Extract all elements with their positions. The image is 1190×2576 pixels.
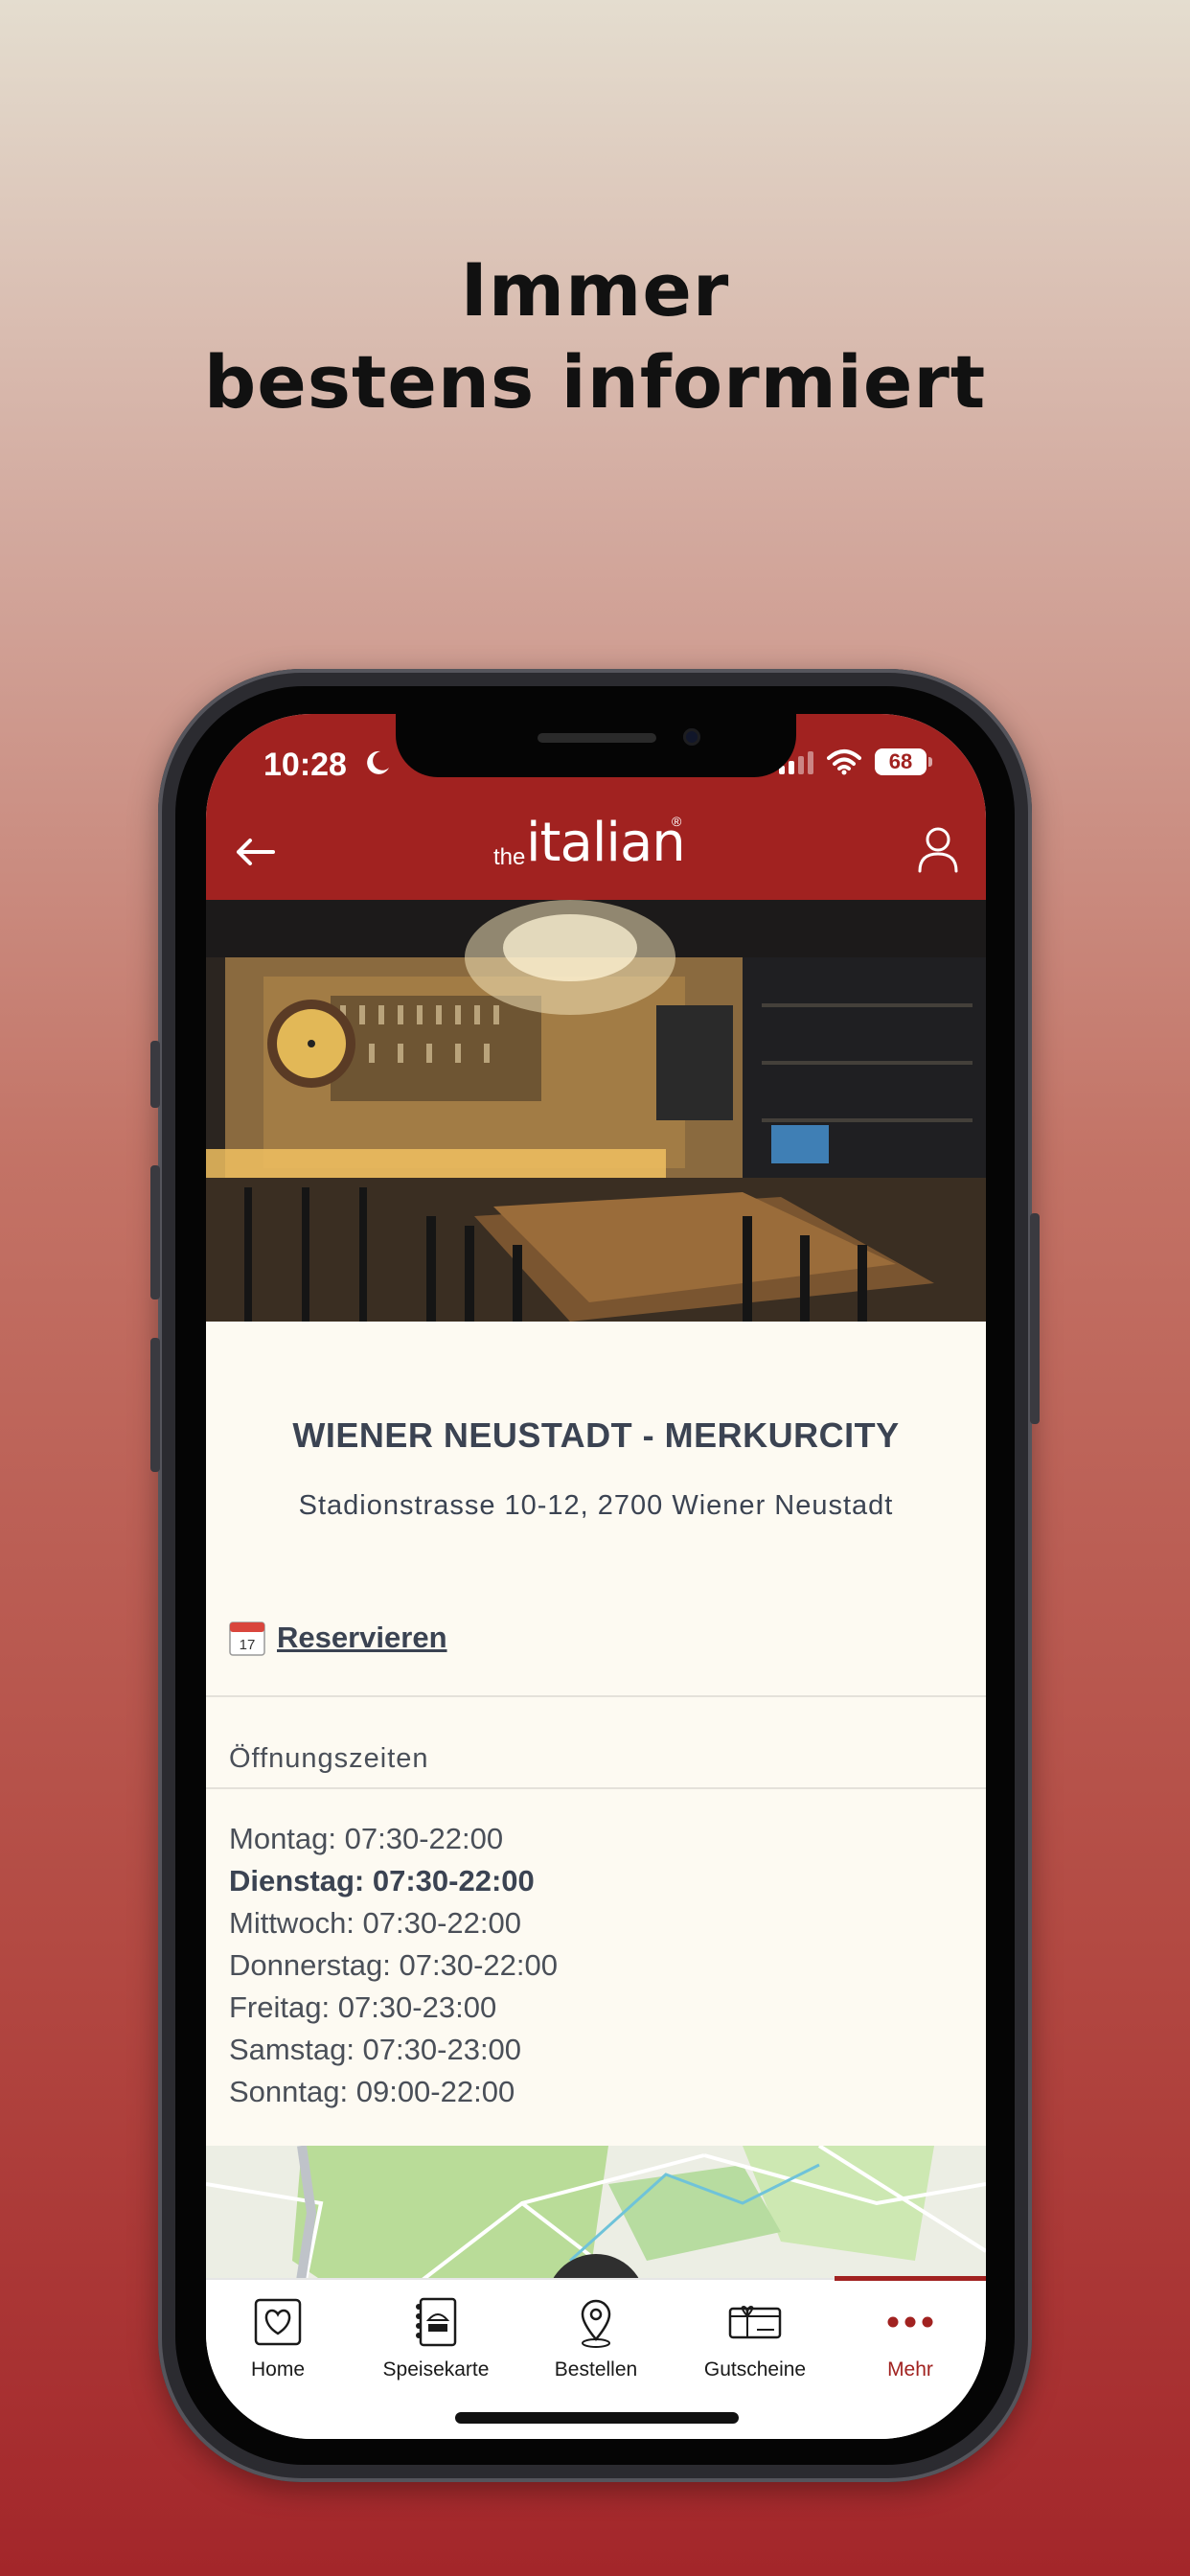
calendar-icon: 17 (229, 1622, 265, 1656)
divider (206, 1695, 986, 1697)
headline: Immer bestens informiert (0, 244, 1190, 428)
back-arrow-icon[interactable] (231, 833, 279, 871)
front-camera (683, 728, 700, 746)
battery-icon: 68 (875, 748, 932, 775)
status-time: 10:28 (263, 747, 347, 783)
power-button (1030, 1213, 1040, 1424)
phone-screen: 10:28 68 the italian ® WIENER NEUSTADT -… (206, 714, 986, 2439)
more-dots-icon (887, 2316, 933, 2328)
location-pin-icon (581, 2299, 611, 2348)
venue-name: WIENER NEUSTADT - MERKURCITY (292, 1415, 900, 1455)
home-indicator[interactable] (455, 2412, 739, 2424)
heart-icon (254, 2298, 302, 2346)
headline-line-2: bestens informiert (203, 339, 987, 425)
hours-tuesday-today: Dienstag: 07:30-22:00 (229, 1864, 535, 1898)
logo-name: italian (526, 812, 686, 874)
tab-mehr[interactable]: Mehr (838, 2293, 982, 2381)
logo-registered: ® (672, 814, 682, 829)
tab-speisekarte-label: Speisekarte (382, 2358, 490, 2380)
hours-monday: Montag: 07:30-22:00 (229, 1822, 504, 1855)
gift-card-icon (728, 2305, 782, 2339)
venue-address: Stadionstrasse 10-12, 2700 Wiener Neusta… (298, 1490, 894, 1521)
hours-friday: Freitag: 07:30-23:00 (229, 1990, 497, 2024)
wifi-icon (827, 749, 861, 775)
phone-notch (396, 714, 796, 777)
divider (206, 1787, 986, 1789)
speaker-grille (538, 733, 656, 743)
tab-gutscheine[interactable]: Gutscheine (683, 2293, 827, 2381)
tab-home[interactable]: Home (206, 2293, 350, 2381)
moon-icon (367, 750, 389, 774)
tab-bestellen[interactable]: Bestellen (524, 2293, 668, 2381)
headline-line-1: Immer (460, 247, 730, 333)
menu-book-icon (416, 2297, 457, 2347)
brand-logo: the italian ® (493, 812, 704, 879)
restaurant-interior-illustration (206, 900, 986, 1322)
calendar-day: 17 (240, 1637, 256, 1653)
restaurant-photo (206, 900, 986, 1322)
tab-gutscheine-label: Gutscheine (703, 2358, 807, 2380)
volume-up-button (150, 1165, 160, 1300)
tab-home-label: Home (250, 2358, 306, 2380)
mute-switch (150, 1041, 160, 1108)
reserve-label[interactable]: Reservieren (277, 1621, 447, 1655)
opening-hours-list: Montag: 07:30-22:00 Dienstag: 07:30-22:0… (229, 1818, 558, 2113)
reserve-link[interactable]: 17 Reservieren (229, 1620, 447, 1656)
opening-hours-heading: Öffnungszeiten (229, 1743, 429, 1774)
hours-wednesday: Mittwoch: 07:30-22:00 (229, 1906, 522, 1940)
tab-speisekarte[interactable]: Speisekarte (364, 2293, 508, 2381)
tab-bestellen-label: Bestellen (554, 2358, 638, 2380)
hours-thursday: Donnerstag: 07:30-22:00 (229, 1948, 558, 1982)
hours-sunday: Sonntag: 09:00-22:00 (229, 2075, 515, 2108)
volume-down-button (150, 1338, 160, 1472)
hours-saturday: Samstag: 07:30-23:00 (229, 2033, 522, 2066)
tab-mehr-label: Mehr (887, 2358, 933, 2380)
active-tab-indicator (835, 2276, 986, 2281)
status-icons: 68 (779, 748, 932, 775)
user-profile-icon[interactable] (917, 825, 959, 873)
logo-prefix: the (493, 844, 526, 870)
